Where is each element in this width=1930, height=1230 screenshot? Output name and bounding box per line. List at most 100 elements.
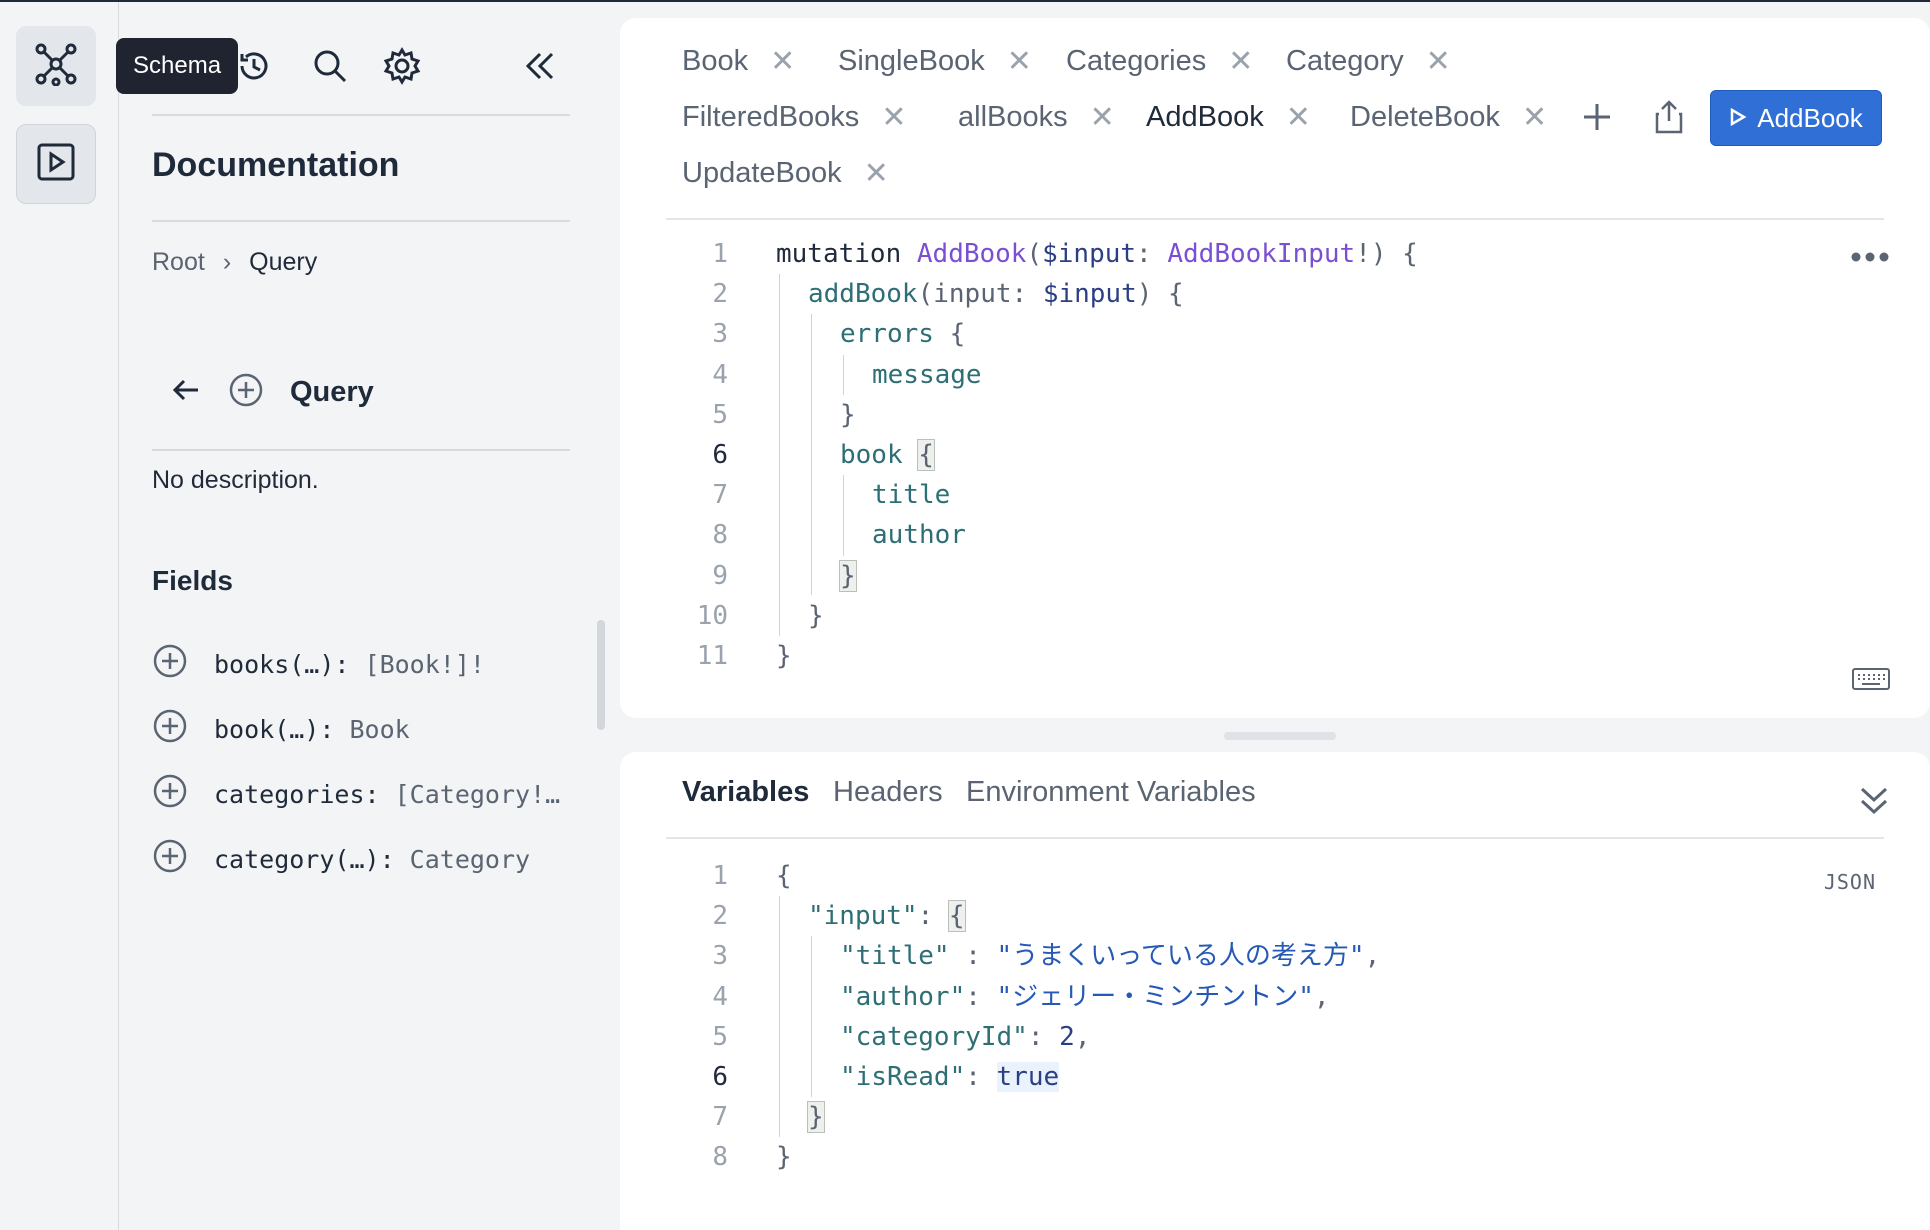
tab-categories[interactable]: Categories ✕ bbox=[1066, 44, 1253, 79]
tab-label[interactable]: Categories bbox=[1066, 45, 1206, 78]
indent-guide bbox=[843, 355, 844, 395]
punctuation: ) { bbox=[1136, 279, 1184, 309]
code-line: "author": "ジェリー・ミンチントン", bbox=[840, 977, 1330, 1017]
history-button[interactable] bbox=[232, 46, 276, 90]
tab-updatebook[interactable]: UpdateBook ✕ bbox=[682, 156, 889, 191]
field-type[interactable]: [Book!]! bbox=[365, 650, 485, 679]
tab-allbooks[interactable]: allBooks ✕ bbox=[958, 100, 1115, 135]
variables-card: Variables Headers Environment Variables … bbox=[620, 752, 1930, 1230]
field-item[interactable]: categories: [Category!… bbox=[152, 773, 560, 815]
tab-label[interactable]: DeleteBook bbox=[1350, 101, 1500, 134]
code-line: } bbox=[807, 1097, 825, 1137]
tab-filteredbooks[interactable]: FilteredBooks ✕ bbox=[682, 100, 906, 135]
schema-button[interactable] bbox=[16, 26, 96, 106]
search-button[interactable] bbox=[308, 46, 352, 90]
close-icon[interactable]: ✕ bbox=[881, 100, 906, 135]
divider bbox=[152, 449, 570, 451]
tab-book[interactable]: Book ✕ bbox=[682, 44, 795, 79]
close-icon[interactable]: ✕ bbox=[1007, 44, 1032, 79]
tab-variables[interactable]: Variables bbox=[682, 776, 809, 809]
documentation-title: Documentation bbox=[152, 146, 400, 184]
json-key: "categoryId" bbox=[840, 1022, 1028, 1052]
breadcrumb-separator: › bbox=[222, 248, 232, 276]
close-icon[interactable]: ✕ bbox=[1228, 44, 1253, 79]
keyboard-shortcuts-button[interactable] bbox=[1852, 668, 1890, 695]
type-name: Query bbox=[290, 376, 374, 408]
punctuation: , bbox=[1313, 982, 1330, 1012]
line-number: 10 bbox=[696, 601, 728, 631]
add-field-icon[interactable] bbox=[152, 838, 188, 880]
line-number: 1 bbox=[712, 239, 728, 269]
field-item[interactable]: category(…): Category bbox=[152, 838, 530, 880]
indent-guide bbox=[779, 274, 780, 636]
editor-more-button[interactable] bbox=[1850, 250, 1890, 268]
json-key: "isRead" bbox=[840, 1062, 966, 1092]
field: errors bbox=[840, 319, 934, 349]
docs-scrollbar[interactable] bbox=[597, 620, 605, 730]
code-line: } bbox=[776, 641, 792, 671]
tab-deletebook[interactable]: DeleteBook ✕ bbox=[1350, 100, 1547, 135]
chevrons-left-icon bbox=[522, 48, 558, 89]
back-arrow-icon[interactable] bbox=[170, 374, 202, 411]
tab-label[interactable]: FilteredBooks bbox=[682, 101, 859, 134]
execute-query-button[interactable]: AddBook bbox=[1710, 90, 1882, 146]
settings-button[interactable] bbox=[380, 46, 424, 90]
json-boolean: true bbox=[996, 1062, 1060, 1092]
documentation-panel: Documentation Root › Query Query No desc… bbox=[120, 2, 605, 1230]
tab-label[interactable]: AddBook bbox=[1146, 101, 1264, 134]
field-name[interactable]: book(…): bbox=[214, 715, 349, 744]
matched-bracket: { bbox=[917, 439, 935, 471]
tab-label[interactable]: SingleBook bbox=[838, 45, 985, 78]
json-key: "input" bbox=[808, 901, 918, 931]
breadcrumb-root[interactable]: Root bbox=[152, 248, 205, 277]
code-line: "isRead": true bbox=[840, 1057, 1060, 1097]
close-icon[interactable]: ✕ bbox=[770, 44, 795, 79]
tab-category[interactable]: Category ✕ bbox=[1286, 44, 1451, 79]
close-icon[interactable]: ✕ bbox=[864, 156, 889, 191]
field-name[interactable]: books(…): bbox=[214, 650, 365, 679]
field-type[interactable]: [Category!… bbox=[395, 780, 561, 809]
tab-headers[interactable]: Headers bbox=[833, 776, 943, 809]
share-button[interactable] bbox=[1646, 96, 1692, 142]
line-number-current: 6 bbox=[712, 440, 728, 470]
field-item[interactable]: book(…): Book bbox=[152, 708, 410, 750]
collapse-panel-button[interactable] bbox=[1858, 786, 1890, 821]
json-string: "うまくいっている人の考え方" bbox=[996, 941, 1365, 971]
schema-tooltip: Schema bbox=[116, 38, 239, 94]
field-item[interactable]: books(…): [Book!]! bbox=[152, 643, 485, 685]
tab-label[interactable]: Book bbox=[682, 45, 748, 78]
panel-resize-handle[interactable] bbox=[1224, 732, 1336, 740]
close-icon[interactable]: ✕ bbox=[1522, 100, 1547, 135]
tab-environment-variables[interactable]: Environment Variables bbox=[966, 776, 1256, 809]
json-number: 2 bbox=[1059, 1022, 1075, 1052]
add-field-icon[interactable] bbox=[152, 708, 188, 750]
field-name[interactable]: categories: bbox=[214, 780, 395, 809]
line-number: 7 bbox=[712, 480, 728, 510]
share-icon bbox=[1653, 99, 1685, 140]
field-type[interactable]: Category bbox=[410, 845, 530, 874]
run-plugin-button[interactable] bbox=[16, 124, 96, 204]
add-tab-button[interactable] bbox=[1574, 96, 1620, 142]
field-type[interactable]: Book bbox=[349, 715, 409, 744]
close-icon[interactable]: ✕ bbox=[1426, 44, 1451, 79]
line-number: 4 bbox=[712, 360, 728, 390]
collapse-panel-button[interactable] bbox=[518, 46, 562, 90]
add-field-icon[interactable] bbox=[152, 643, 188, 685]
indent-guide bbox=[811, 314, 812, 595]
add-type-icon[interactable] bbox=[228, 372, 264, 413]
tab-label[interactable]: allBooks bbox=[958, 101, 1068, 134]
close-icon[interactable]: ✕ bbox=[1090, 100, 1115, 135]
tab-label[interactable]: UpdateBook bbox=[682, 157, 842, 190]
punctuation: (input: bbox=[917, 279, 1043, 309]
tab-singlebook[interactable]: SingleBook ✕ bbox=[838, 44, 1032, 79]
tab-label[interactable]: Category bbox=[1286, 45, 1404, 78]
matched-bracket: } bbox=[807, 1101, 825, 1133]
code-line: book { bbox=[840, 435, 935, 475]
tab-addbook[interactable]: AddBook ✕ bbox=[1146, 100, 1311, 135]
code-line: addBook(input: $input) { bbox=[808, 274, 1184, 314]
field: message bbox=[872, 360, 982, 390]
close-icon[interactable]: ✕ bbox=[1286, 100, 1311, 135]
field: addBook bbox=[808, 279, 918, 309]
field-name[interactable]: category(…): bbox=[214, 845, 410, 874]
add-field-icon[interactable] bbox=[152, 773, 188, 815]
